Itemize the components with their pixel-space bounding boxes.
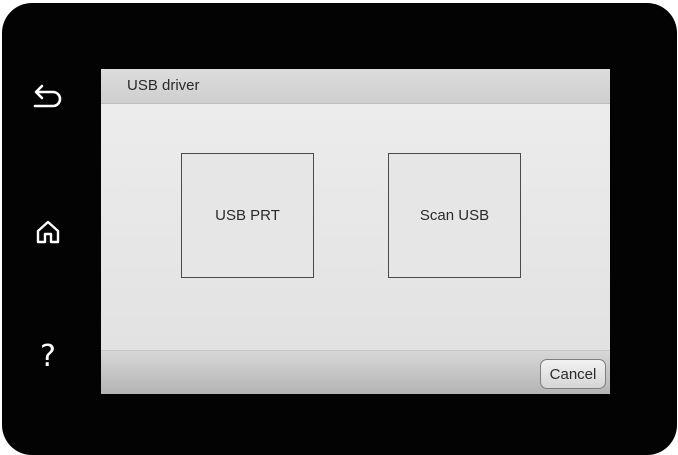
usb-prt-label: USB PRT <box>215 207 280 224</box>
usb-prt-button[interactable]: USB PRT <box>181 153 314 278</box>
home-button[interactable] <box>26 210 70 254</box>
cancel-button[interactable]: Cancel <box>540 359 606 389</box>
scan-usb-button[interactable]: Scan USB <box>388 153 521 278</box>
cancel-label: Cancel <box>549 365 597 383</box>
back-arrow-icon <box>33 84 62 108</box>
help-icon: ? <box>40 339 56 374</box>
page-title: USB driver <box>127 77 200 94</box>
bottom-bar: Cancel <box>101 350 610 394</box>
content-area: USB PRT Scan USB <box>101 104 610 350</box>
home-icon <box>36 220 60 244</box>
scan-usb-label: Scan USB <box>419 207 490 224</box>
title-bar: USB driver <box>101 69 610 104</box>
touch-screen: USB driver USB PRT Scan USB Cancel <box>101 69 610 394</box>
printer-control-panel: ? USB driver USB PRT Scan USB Cancel <box>2 3 677 455</box>
help-button[interactable]: ? <box>26 335 70 379</box>
back-button[interactable] <box>26 75 70 119</box>
